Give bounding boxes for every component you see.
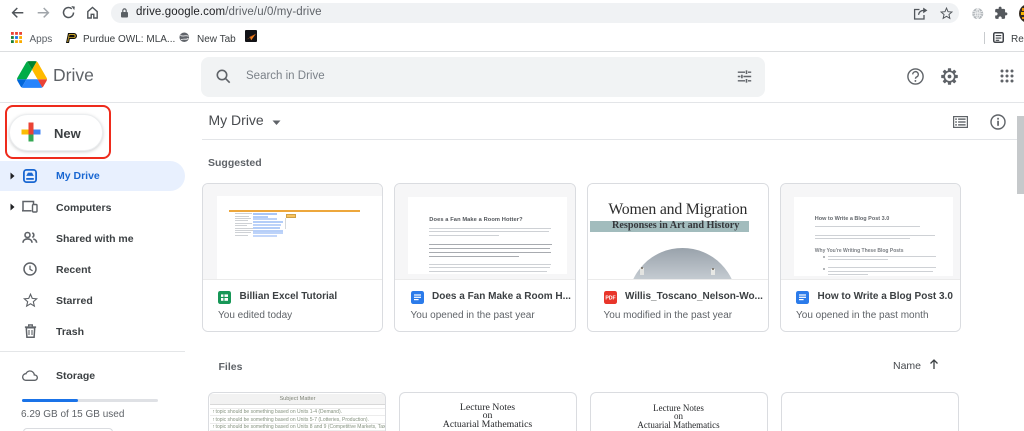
svg-text:PDF: PDF bbox=[605, 295, 615, 301]
